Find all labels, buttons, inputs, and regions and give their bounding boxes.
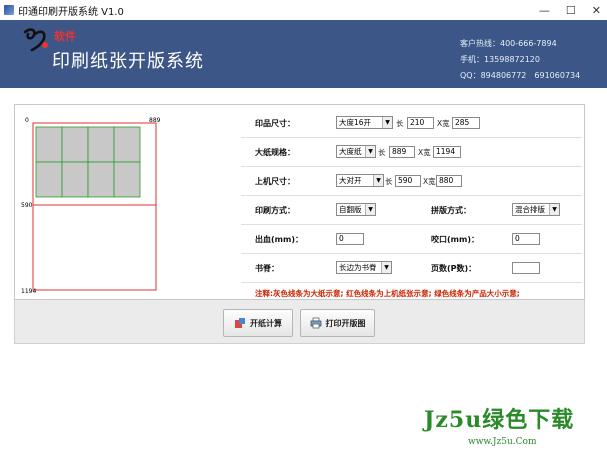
product-piece <box>87 161 115 198</box>
spine-select[interactable]: 长边为书脊 ▼ <box>336 261 392 274</box>
printer-icon <box>310 317 321 329</box>
maximize-button[interactable]: ☐ <box>566 4 576 17</box>
bleed-input[interactable]: 0 <box>336 233 364 245</box>
watermark-url: www.Jz5u.Com <box>468 437 537 447</box>
chevron-down-icon: ▼ <box>365 204 375 215</box>
print-mode-label: 印刷方式： <box>255 206 295 215</box>
layout-preview: 0 889 590 1194 <box>21 117 161 295</box>
width-prefix: X宽 <box>437 119 450 128</box>
machine-width-input[interactable]: 880 <box>436 175 462 187</box>
app-name: 印刷纸张开版系统 <box>52 51 204 72</box>
machine-size-select[interactable]: 大对开 ▼ <box>336 174 384 187</box>
logo-soft-label: 软件 <box>54 30 76 43</box>
chevron-down-icon: ▼ <box>382 117 392 128</box>
paper-length-input[interactable]: 889 <box>389 146 415 158</box>
row-bleed: 出血(mm)： 0 咬口(mm)： 0 <box>241 226 582 254</box>
print-layout-button[interactable]: 打印开版图 <box>300 309 375 337</box>
product-piece <box>35 161 63 198</box>
chevron-down-icon: ▼ <box>373 175 383 186</box>
calculate-icon <box>235 318 245 328</box>
main-panel: 0 889 590 1194 印品尺寸： 大度16开 ▼ 长 210 X宽 285… <box>14 104 585 300</box>
settings-form: 印品尺寸： 大度16开 ▼ 长 210 X宽 285 大纸规格： 大度纸 ▼ 长 8… <box>241 108 582 298</box>
height-label: 1194 <box>21 288 36 295</box>
calculate-button[interactable]: 开纸计算 <box>223 309 293 337</box>
length-prefix: 长 <box>385 177 393 186</box>
paper-width-input[interactable]: 1194 <box>433 146 461 158</box>
app-icon <box>4 5 14 15</box>
product-piece <box>113 126 141 163</box>
title-bar: 印通印刷开版系统 V1.0 — ☐ ✕ <box>0 0 607 20</box>
chevron-down-icon: ▼ <box>381 262 391 273</box>
paper-spec-select[interactable]: 大度纸 ▼ <box>336 145 376 158</box>
print-mode-select[interactable]: 自翻版 ▼ <box>336 203 376 216</box>
paper-spec-label: 大纸规格： <box>255 148 295 157</box>
print-size-select[interactable]: 大度16开 ▼ <box>336 116 393 129</box>
length-prefix: 长 <box>396 119 404 128</box>
row-paper-spec: 大纸规格： 大度纸 ▼ 长 889 X宽 1194 <box>241 139 582 167</box>
machine-length-input[interactable]: 590 <box>395 175 421 187</box>
gripper-input[interactable]: 0 <box>512 233 540 245</box>
product-piece <box>35 126 63 163</box>
pages-input[interactable] <box>512 262 540 274</box>
width-label: 889 <box>149 117 161 124</box>
pages-label: 页数(P数)： <box>431 264 477 273</box>
origin-label: 0 <box>25 117 29 124</box>
calculate-button-label: 开纸计算 <box>250 318 282 328</box>
machine-size-label: 上机尺寸： <box>255 177 295 186</box>
product-piece <box>87 126 115 163</box>
close-button[interactable]: ✕ <box>592 4 601 17</box>
row-print-mode: 印刷方式： 自翻版 ▼ 拼版方式： 混合排版 ▼ <box>241 197 582 225</box>
print-length-input[interactable]: 210 <box>407 117 434 129</box>
width-prefix: X宽 <box>423 177 436 186</box>
hotline-text: 客户热线：400-666-7894 <box>460 39 557 48</box>
phone-text: 手机：13598872120 <box>460 55 540 64</box>
bleed-label: 出血(mm)： <box>255 235 303 244</box>
width-prefix: X宽 <box>418 148 431 157</box>
product-grid <box>35 126 141 198</box>
logo-icon <box>23 28 48 52</box>
product-piece <box>113 161 141 198</box>
layout-mode-label: 拼版方式： <box>431 206 471 215</box>
row-spine: 书脊： 长边为书脊 ▼ 页数(P数)： <box>241 255 582 283</box>
gripper-label: 咬口(mm)： <box>431 235 479 244</box>
product-piece <box>61 126 89 163</box>
minimize-button[interactable]: — <box>539 4 550 17</box>
length-prefix: 长 <box>378 148 386 157</box>
header-banner: 软件 印刷纸张开版系统 客户热线：400-666-7894 手机：1359887… <box>0 20 607 88</box>
product-piece <box>61 161 89 198</box>
qq-text: QQ：894806772 691060734 <box>460 71 581 80</box>
window-title: 印通印刷开版系统 V1.0 <box>18 6 124 18</box>
watermark-text: Jz5u绿色下载 <box>424 407 575 433</box>
print-size-label: 印品尺寸： <box>255 119 295 128</box>
row-print-size: 印品尺寸： 大度16开 ▼ 长 210 X宽 285 <box>241 110 582 138</box>
spine-label: 书脊： <box>255 264 279 273</box>
print-layout-button-label: 打印开版图 <box>325 318 366 328</box>
row-machine-size: 上机尺寸： 大对开 ▼ 长 590 X宽 880 <box>241 168 582 196</box>
legend-note: 注释:灰色线条为大纸示意; 红色线条为上机纸张示意; 绿色线条为产品大小示意; <box>255 289 520 298</box>
layout-mode-select[interactable]: 混合排版 ▼ <box>512 203 560 216</box>
print-width-input[interactable]: 285 <box>452 117 480 129</box>
window-controls: — ☐ ✕ <box>539 0 601 20</box>
chevron-down-icon: ▼ <box>549 204 559 215</box>
chevron-down-icon: ▼ <box>365 146 375 157</box>
button-bar: 开纸计算 打印开版图 <box>14 300 585 344</box>
mid-label: 590 <box>21 202 33 209</box>
